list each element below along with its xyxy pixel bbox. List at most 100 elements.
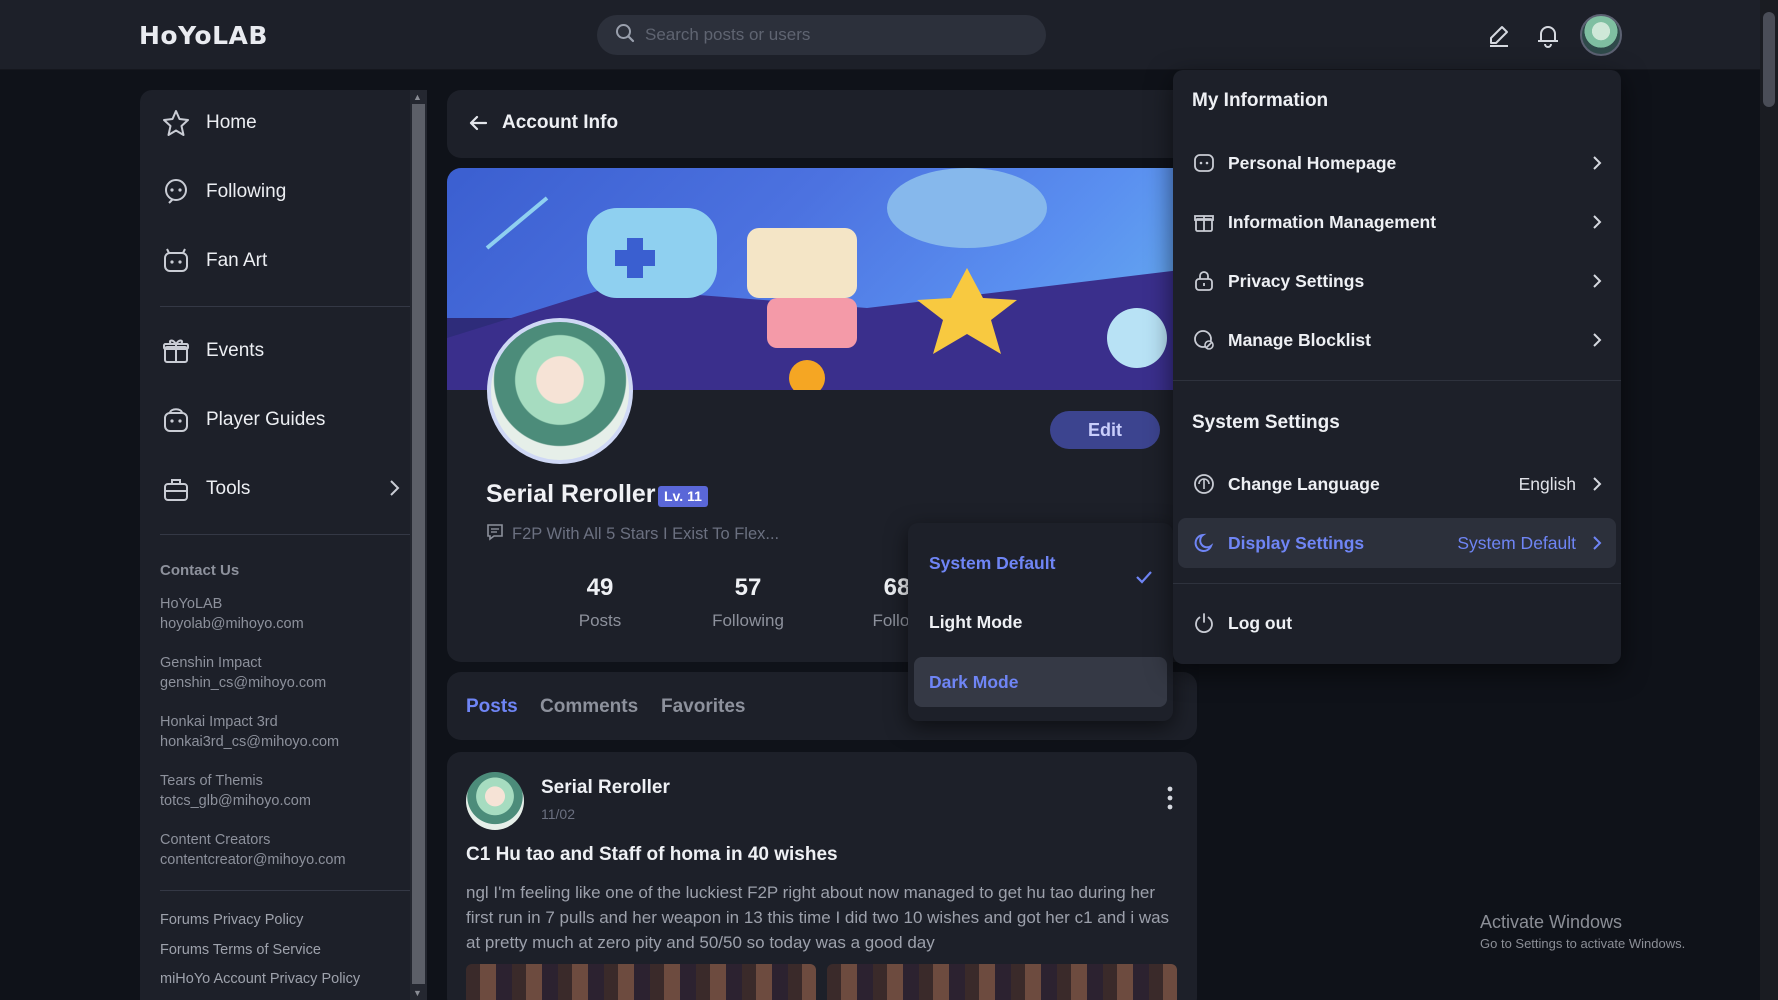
toolbox-icon <box>160 473 192 505</box>
fan-art-icon <box>160 245 192 277</box>
sidebar-scroll-thumb[interactable] <box>412 104 425 984</box>
following-icon <box>160 176 192 208</box>
block-user-icon <box>1192 328 1216 352</box>
post-image[interactable] <box>827 964 1177 1000</box>
gift-icon <box>160 335 192 367</box>
lock-icon <box>1192 269 1216 293</box>
system-settings-heading: System Settings <box>1192 412 1340 433</box>
sidebar-item-label: Events <box>206 340 265 361</box>
sidebar-item-events[interactable]: Events <box>160 329 410 373</box>
gift-icon <box>1192 210 1216 234</box>
stat-following[interactable]: 57 Following <box>693 574 803 631</box>
sidebar-item-home[interactable]: Home <box>160 101 410 145</box>
home-icon <box>160 107 192 139</box>
contact-entry: Content Creators contentcreator@mihoyo.c… <box>160 832 346 870</box>
sidebar-divider <box>160 306 410 307</box>
menu-item-manage-blocklist[interactable]: Manage Blocklist <box>1178 315 1616 365</box>
scroll-down-arrow-icon[interactable]: ▼ <box>413 988 422 998</box>
contact-entry: Tears of Themis totcs_glb@mihoyo.com <box>160 773 311 811</box>
back-arrow-icon[interactable] <box>467 112 489 139</box>
notification-bell-icon[interactable] <box>1533 20 1563 50</box>
contact-email-link[interactable]: contentcreator@mihoyo.com <box>160 850 346 870</box>
stat-posts[interactable]: 49 Posts <box>545 574 655 631</box>
post-title[interactable]: C1 Hu tao and Staff of homa in 40 wishes <box>466 844 838 866</box>
display-option-system-default[interactable]: System Default <box>914 538 1167 588</box>
sidebar-item-label: Following <box>206 181 287 202</box>
chevron-right-icon <box>1592 214 1602 235</box>
menu-item-information-management[interactable]: Information Management <box>1178 197 1616 247</box>
menu-divider <box>1173 380 1621 381</box>
sidebar-item-label: Home <box>206 112 257 133</box>
display-option-dark-mode[interactable]: Dark Mode <box>914 657 1167 707</box>
chevron-right-icon <box>1592 476 1602 497</box>
page-title: Account Info <box>502 112 619 133</box>
guides-icon <box>160 404 192 436</box>
tab-posts[interactable]: Posts <box>466 696 518 718</box>
top-bar: HoYoLAB <box>0 0 1760 70</box>
contact-entry: HoYoLAB hoyolab@mihoyo.com <box>160 596 304 634</box>
menu-item-log-out[interactable]: Log out <box>1178 598 1616 648</box>
chevron-right-icon <box>388 479 400 503</box>
menu-item-display-settings[interactable]: Display Settings System Default <box>1178 518 1616 568</box>
post-author-avatar[interactable] <box>466 772 524 830</box>
level-badge: Lv. 11 <box>658 486 708 507</box>
search-icon <box>615 23 635 48</box>
user-avatar[interactable] <box>1580 14 1622 56</box>
contact-us-heading: Contact Us <box>160 562 240 579</box>
scroll-up-arrow-icon[interactable]: ▲ <box>413 92 422 102</box>
sidebar: Home Following Fan Art Events Player Gui… <box>140 90 427 1000</box>
profile-avatar[interactable] <box>487 318 633 464</box>
sidebar-item-label: Tools <box>206 478 251 499</box>
my-information-heading: My Information <box>1192 90 1329 111</box>
menu-item-change-language[interactable]: Change Language English <box>1178 459 1616 509</box>
post-body: ngl I'm feeling like one of the luckiest… <box>466 883 1170 952</box>
activate-windows-watermark: Activate Windows Go to Settings to activ… <box>1480 912 1686 951</box>
user-menu-dropdown: My Information Personal Homepage Informa… <box>1173 70 1621 664</box>
edit-profile-button[interactable]: Edit <box>1050 411 1160 449</box>
privacy-policy-link[interactable]: Forums Privacy Policy <box>160 912 303 928</box>
menu-item-privacy-settings[interactable]: Privacy Settings <box>1178 256 1616 306</box>
sidebar-item-label: Fan Art <box>206 250 268 271</box>
account-info-header: Account Info <box>447 90 1197 158</box>
language-value: English <box>1518 473 1576 494</box>
post-card[interactable]: Serial Reroller 11/02 C1 Hu tao and Staf… <box>447 752 1197 1000</box>
contact-email-link[interactable]: totcs_glb@mihoyo.com <box>160 791 311 811</box>
power-icon <box>1192 611 1216 635</box>
sidebar-divider <box>160 534 410 535</box>
profile-bio: F2P With All 5 Stars I Exist To Flex... <box>486 523 779 546</box>
search-input[interactable] <box>645 25 1005 45</box>
sidebar-item-tools[interactable]: Tools <box>160 467 410 511</box>
tab-comments[interactable]: Comments <box>540 696 638 718</box>
display-option-light-mode[interactable]: Light Mode <box>914 597 1167 647</box>
menu-item-personal-homepage[interactable]: Personal Homepage <box>1178 138 1616 188</box>
chevron-right-icon <box>1592 273 1602 294</box>
chevron-right-icon <box>1592 155 1602 176</box>
chevron-right-icon <box>1592 332 1602 353</box>
menu-divider <box>1173 583 1621 584</box>
contact-entry: Honkai Impact 3rd honkai3rd_cs@mihoyo.co… <box>160 714 340 752</box>
sidebar-item-following[interactable]: Following <box>160 170 410 214</box>
post-image[interactable] <box>466 964 816 1000</box>
sidebar-item-fan-art[interactable]: Fan Art <box>160 239 410 283</box>
sidebar-scrollbar[interactable]: ▲ ▼ <box>410 90 427 1000</box>
post-author-name[interactable]: Serial Reroller <box>541 777 670 799</box>
more-options-icon[interactable] <box>1167 786 1173 815</box>
contact-email-link[interactable]: genshin_cs@mihoyo.com <box>160 673 326 693</box>
contact-email-link[interactable]: hoyolab@mihoyo.com <box>160 614 304 634</box>
contact-email-link[interactable]: honkai3rd_cs@mihoyo.com <box>160 732 339 752</box>
sidebar-divider <box>160 890 410 891</box>
terms-of-service-link[interactable]: Forums Terms of Service <box>160 942 321 958</box>
search-bar[interactable] <box>597 15 1046 55</box>
profile-username: Serial Reroller <box>486 480 656 508</box>
post-date: 11/02 <box>541 806 575 822</box>
page-scrollbar[interactable] <box>1760 0 1778 1000</box>
account-privacy-policy-link[interactable]: miHoYo Account Privacy Policy <box>160 971 360 987</box>
hoyolab-logo[interactable]: HoYoLAB <box>139 21 268 50</box>
language-icon <box>1192 472 1216 496</box>
tab-favorites[interactable]: Favorites <box>661 696 745 718</box>
sidebar-item-player-guides[interactable]: Player Guides <box>160 398 410 442</box>
display-mode-menu: System Default Light Mode Dark Mode <box>908 523 1173 721</box>
comment-bubble-icon <box>486 523 504 546</box>
contact-entry: Genshin Impact genshin_cs@mihoyo.com <box>160 655 327 693</box>
create-post-icon[interactable] <box>1484 20 1514 50</box>
